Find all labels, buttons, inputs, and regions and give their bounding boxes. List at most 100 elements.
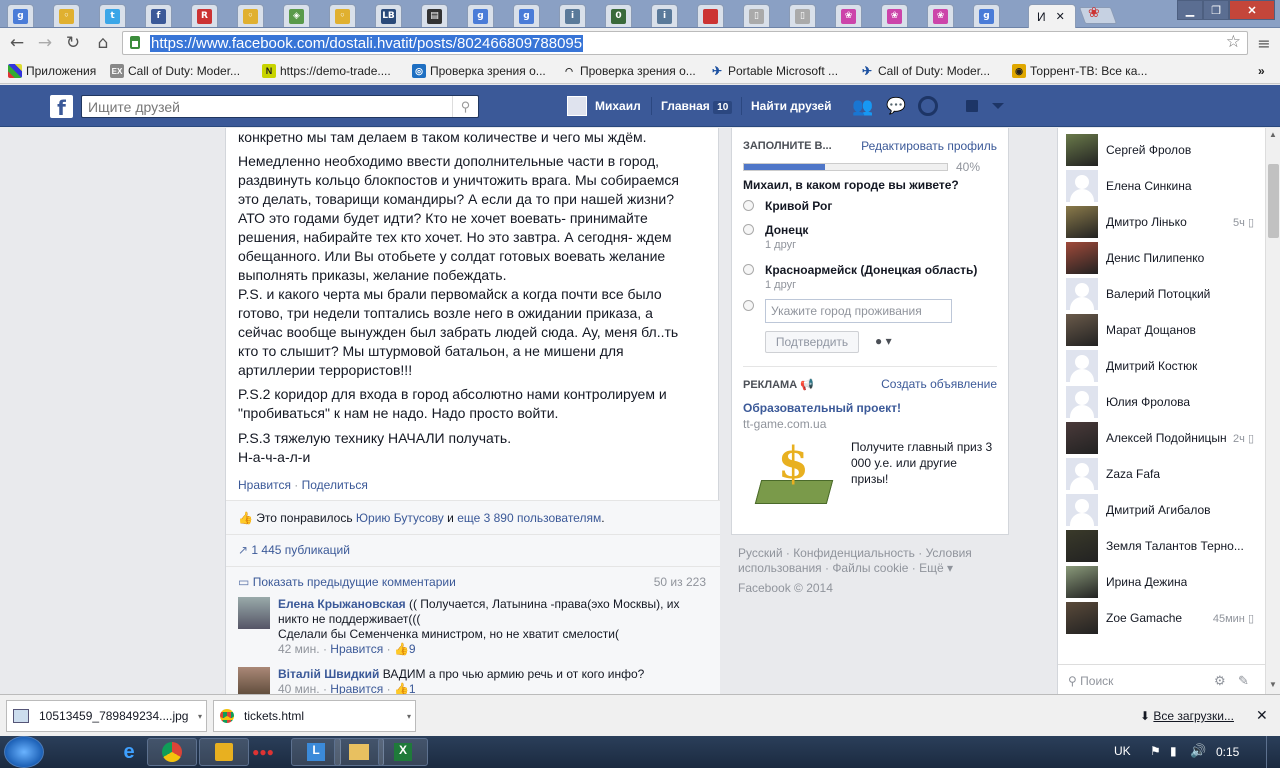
bookmark-3[interactable]: ◎ Проверка зрения о... bbox=[412, 62, 546, 80]
new-message-icon[interactable]: ✎ bbox=[1238, 673, 1249, 689]
chat-friend[interactable]: Денис Пилипенко bbox=[1066, 242, 1262, 274]
shares-summary[interactable]: ↗ 1 445 публикаций bbox=[238, 543, 350, 557]
ad-title[interactable]: Образовательный проект! bbox=[743, 401, 901, 415]
download-item[interactable]: tickets.html ▾ bbox=[213, 700, 416, 732]
liker-link[interactable]: Юрию Бутусову bbox=[356, 511, 444, 525]
profile-link[interactable]: Михаил bbox=[595, 99, 641, 113]
chat-friend[interactable]: Дмитро Лінько 5ч ▯ bbox=[1066, 206, 1262, 238]
maximize-button[interactable]: ❐ bbox=[1203, 0, 1229, 20]
browser-tab[interactable]: i bbox=[559, 4, 586, 27]
browser-tab[interactable]: ◦ bbox=[329, 4, 356, 27]
taskbar-media-icon[interactable]: ●●● bbox=[238, 738, 288, 766]
chat-friend[interactable]: Марат Дощанов bbox=[1066, 314, 1262, 346]
city-radio[interactable] bbox=[743, 264, 754, 275]
all-downloads-link[interactable]: ⬇ Все загрузки... bbox=[1140, 709, 1234, 723]
browser-tab[interactable]: ◦ bbox=[237, 4, 264, 27]
browser-tab[interactable]: ◦ bbox=[53, 4, 80, 27]
url-text[interactable]: https://www.facebook.com/dostali.hvatit/… bbox=[150, 35, 584, 52]
like-link[interactable]: Нравится bbox=[238, 478, 291, 492]
bookmarks-overflow[interactable]: » bbox=[1258, 62, 1265, 80]
audience-globe-icon[interactable]: ● ▾ bbox=[875, 334, 892, 348]
user-avatar[interactable] bbox=[567, 96, 587, 116]
chat-friend[interactable]: Zoe Gamache 45мин ▯ bbox=[1066, 602, 1262, 634]
browser-tab[interactable]: ▯ bbox=[789, 4, 816, 27]
share-link[interactable]: Поделиться bbox=[302, 478, 368, 492]
account-menu-icon[interactable] bbox=[992, 103, 1004, 109]
edit-profile-link[interactable]: Редактировать профиль bbox=[861, 139, 997, 153]
taskbar-chrome-icon[interactable] bbox=[147, 738, 197, 766]
chat-friend[interactable]: Дмитрий Агибалов bbox=[1066, 494, 1262, 526]
browser-tab[interactable] bbox=[697, 4, 724, 27]
friend-search-input[interactable]: Ищите друзей ⚲ bbox=[81, 95, 479, 118]
bookmark-5[interactable]: ✈ Portable Microsoft ... bbox=[710, 62, 838, 80]
chat-friend[interactable]: Сергей Фролов bbox=[1066, 134, 1262, 166]
minimize-button[interactable]: ▁ bbox=[1177, 0, 1203, 20]
page-scrollbar[interactable]: ▲ ▼ bbox=[1265, 128, 1280, 694]
messages-icon[interactable]: 💬 bbox=[886, 96, 908, 115]
city-input[interactable]: Укажите город проживания bbox=[765, 299, 952, 323]
comment-like-link[interactable]: Нравится bbox=[330, 682, 383, 694]
dollar-money-icon[interactable]: $ bbox=[754, 438, 834, 510]
menu-icon[interactable]: ≡ bbox=[1253, 32, 1275, 54]
chat-friend[interactable]: Дмитрий Костюк bbox=[1066, 350, 1262, 382]
browser-tab[interactable]: f bbox=[145, 4, 172, 27]
browser-tab[interactable]: ▯ bbox=[743, 4, 770, 27]
browser-tab[interactable]: g bbox=[7, 4, 34, 27]
browser-tab[interactable]: g bbox=[467, 4, 494, 27]
browser-tab[interactable]: t bbox=[99, 4, 126, 27]
browser-tab[interactable]: ▤ bbox=[421, 4, 448, 27]
browser-tab[interactable]: 0 bbox=[605, 4, 632, 27]
chat-friend[interactable]: Юлия Фролова bbox=[1066, 386, 1262, 418]
home-icon[interactable]: ⌂ bbox=[92, 32, 114, 54]
browser-tab[interactable]: i bbox=[651, 4, 678, 27]
tray-flag-icon[interactable]: ⚑ bbox=[1150, 744, 1161, 758]
close-window-button[interactable]: ✕ bbox=[1229, 0, 1275, 20]
comment-author[interactable]: Віталій Швидкий bbox=[278, 667, 379, 681]
privacy-lock-icon[interactable] bbox=[966, 100, 978, 112]
city-radio[interactable] bbox=[743, 200, 754, 211]
taskbar-explorer-icon[interactable] bbox=[334, 738, 384, 766]
show-previous-comments[interactable]: ▭ Показать предыдущие комментарии bbox=[238, 575, 456, 589]
browser-tab[interactable]: ❀ bbox=[835, 4, 862, 27]
bookmark-4[interactable]: ◠ Проверка зрения о... bbox=[562, 62, 696, 80]
bookmark-2[interactable]: Nhttps://demo-trade.... bbox=[262, 62, 391, 80]
friend-requests-icon[interactable]: 👥 bbox=[852, 97, 874, 116]
download-item[interactable]: 10513459_789849234....jpg ▾ bbox=[6, 700, 207, 732]
chat-friend[interactable]: Земля Талантов Терно... bbox=[1066, 530, 1262, 562]
star-icon[interactable]: ☆ bbox=[1226, 32, 1241, 52]
show-desktop-button[interactable] bbox=[1266, 736, 1280, 768]
browser-tab[interactable]: g bbox=[973, 4, 1000, 27]
create-ad-link[interactable]: Создать объявление bbox=[881, 377, 997, 391]
chat-friend[interactable]: Zaza Fafa bbox=[1066, 458, 1262, 490]
chevron-down-icon[interactable]: ▾ bbox=[407, 712, 411, 721]
chat-search-input[interactable]: ⚲ Поиск bbox=[1068, 674, 1113, 688]
forward-icon[interactable]: → bbox=[34, 32, 56, 54]
tray-network-icon[interactable]: ▮ bbox=[1170, 744, 1177, 758]
search-icon[interactable]: ⚲ bbox=[452, 96, 478, 117]
back-icon[interactable]: ← bbox=[6, 32, 28, 54]
close-tab-icon[interactable]: ✕ bbox=[1056, 10, 1065, 23]
keyboard-language[interactable]: UK bbox=[1114, 744, 1131, 758]
chat-friend[interactable]: Валерий Потоцкий bbox=[1066, 278, 1262, 310]
comment-avatar[interactable] bbox=[238, 597, 270, 629]
chat-friend[interactable]: Елена Синкина bbox=[1066, 170, 1262, 202]
home-link[interactable]: Главная 10 bbox=[661, 99, 733, 114]
browser-tab[interactable]: LB bbox=[375, 4, 402, 27]
notifications-icon[interactable] bbox=[918, 96, 938, 116]
bookmark-7[interactable]: ◉ Торрент-ТВ: Все ка... bbox=[1012, 62, 1147, 80]
tray-volume-icon[interactable]: 🔊 bbox=[1190, 743, 1206, 759]
find-friends-link[interactable]: Найти друзей bbox=[751, 99, 831, 113]
browser-tab[interactable]: ◈ bbox=[283, 4, 310, 27]
footer-links[interactable]: Русский · Конфиденциальность · Условия и… bbox=[738, 546, 1008, 596]
address-bar[interactable]: https://www.facebook.com/dostali.hvatit/… bbox=[122, 31, 1248, 55]
city-radio[interactable] bbox=[743, 224, 754, 235]
comment-author[interactable]: Елена Крыжановская bbox=[278, 597, 406, 611]
profile-icon[interactable]: ❀ bbox=[1088, 4, 1100, 21]
chevron-down-icon[interactable]: ▾ bbox=[198, 712, 202, 721]
close-shelf-icon[interactable]: ✕ bbox=[1256, 707, 1268, 724]
taskbar-clock[interactable]: 0:15 bbox=[1216, 745, 1239, 759]
reload-icon[interactable]: ↻ bbox=[62, 32, 84, 54]
browser-tab[interactable]: R bbox=[191, 4, 218, 27]
browser-tab[interactable]: ❀ bbox=[927, 4, 954, 27]
browser-tab[interactable]: g bbox=[513, 4, 540, 27]
